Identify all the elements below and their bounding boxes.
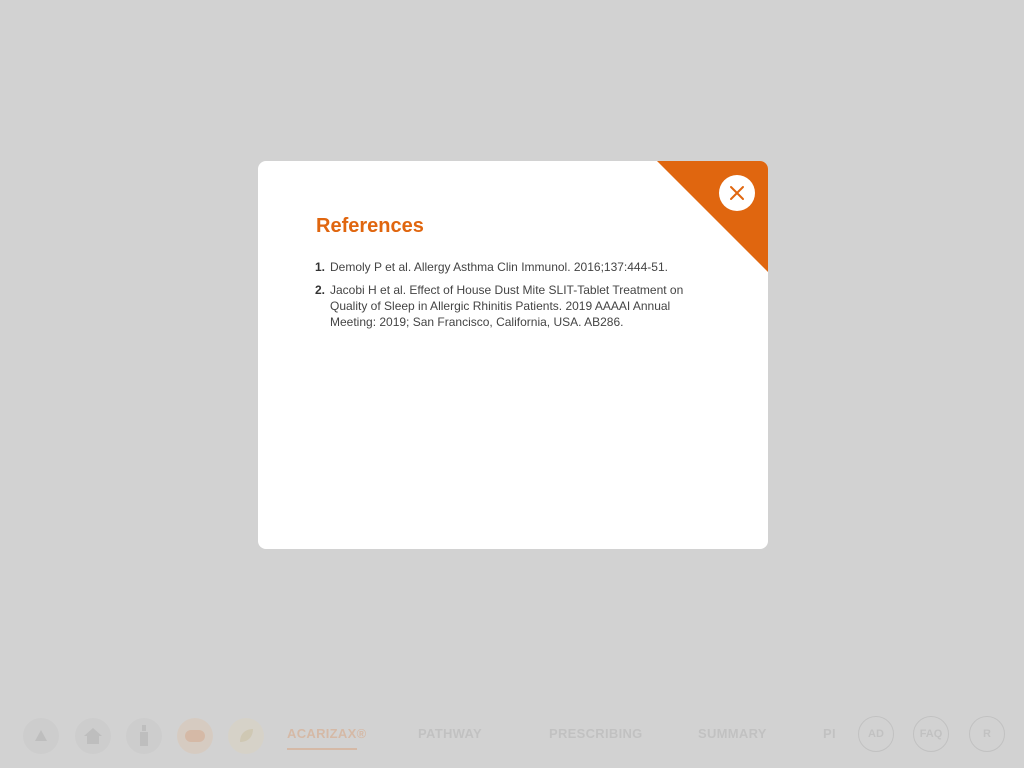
nav-link-acarizax[interactable]: ACARIZAX® [287,726,366,741]
home-icon[interactable] [75,718,111,754]
nav-link-pi[interactable]: PI [823,726,836,741]
nav-link-pathway[interactable]: PATHWAY [418,726,482,741]
modal-title: References [316,215,424,237]
faq-button[interactable]: FAQ [913,716,949,752]
pill-icon[interactable] [177,718,213,754]
close-icon [730,186,744,200]
reference-number: 1. [315,260,326,274]
active-tab-underline [287,748,357,750]
reference-number: 2. [315,283,326,297]
leaf-icon[interactable] [228,718,264,754]
ad-button[interactable]: AD [858,716,894,752]
references-modal: References 1. Demoly P et al. Allergy As… [258,161,768,549]
reference-list: 1. Demoly P et al. Allergy Asthma Clin I… [315,259,700,337]
nav-link-prescribing[interactable]: PRESCRIBING [549,726,643,741]
nav-link-summary[interactable]: SUMMARY [698,726,767,741]
close-button[interactable] [719,175,755,211]
reference-item: 2. Jacobi H et al. Effect of House Dust … [315,282,700,330]
bottle-icon[interactable] [126,718,162,754]
bottom-navigation: ACARIZAX® PATHWAY PRESCRIBING SUMMARY PI… [0,710,1024,760]
corner-accent [657,161,768,272]
reference-text: Demoly P et al. Allergy Asthma Clin Immu… [330,260,668,274]
reference-item: 1. Demoly P et al. Allergy Asthma Clin I… [315,259,700,275]
r-button[interactable]: R [969,716,1005,752]
reference-text: Jacobi H et al. Effect of House Dust Mit… [330,283,684,329]
up-arrow-icon[interactable] [23,718,59,754]
